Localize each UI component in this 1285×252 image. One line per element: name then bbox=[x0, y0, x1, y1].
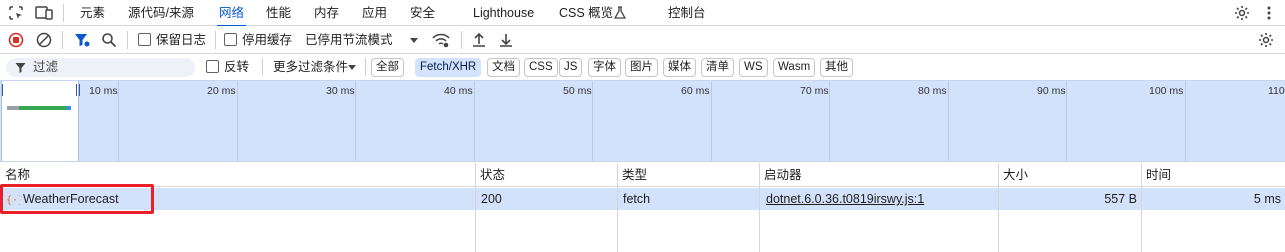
chip-doc[interactable]: 文档 bbox=[487, 58, 520, 77]
filter-icon bbox=[15, 60, 26, 77]
import-icon[interactable] bbox=[470, 31, 488, 49]
overview-tick-label: 90 ms bbox=[1037, 85, 1066, 97]
tab-performance[interactable]: 性能 bbox=[266, 0, 291, 26]
column-header-name[interactable]: 名称 bbox=[0, 163, 30, 187]
column-header-type[interactable]: 类型 bbox=[617, 163, 647, 187]
chip-js[interactable]: JS bbox=[559, 58, 583, 77]
overview-tick-label: 70 ms bbox=[800, 85, 829, 97]
tab-memory[interactable]: 内存 bbox=[314, 0, 339, 26]
chip-media[interactable]: 媒体 bbox=[663, 58, 696, 77]
overview-left-handle[interactable] bbox=[0, 84, 3, 96]
chip-manifest[interactable]: 清单 bbox=[701, 58, 734, 77]
svg-text:{·}: {·} bbox=[6, 195, 20, 206]
overview-request-queue-bar bbox=[7, 106, 19, 110]
request-status: 200 bbox=[481, 192, 502, 206]
invert-label: 反转 bbox=[224, 60, 250, 74]
disable-cache-checkbox[interactable] bbox=[224, 33, 237, 46]
tab-security[interactable]: 安全 bbox=[410, 0, 435, 26]
chip-other[interactable]: 其他 bbox=[820, 58, 853, 77]
tab-console[interactable]: 控制台 bbox=[668, 0, 706, 26]
chip-all[interactable]: 全部 bbox=[371, 58, 404, 77]
overview-right-handle[interactable] bbox=[76, 84, 80, 96]
settings-icon[interactable] bbox=[1233, 4, 1251, 22]
filter-input[interactable]: 过滤 bbox=[6, 58, 195, 77]
overview-tick-label: 110 bbox=[1268, 85, 1285, 97]
search-icon[interactable] bbox=[100, 31, 118, 49]
chip-ws[interactable]: WS bbox=[739, 58, 768, 77]
overview-tick-label: 60 ms bbox=[681, 85, 710, 97]
tab-lighthouse[interactable]: Lighthouse bbox=[473, 0, 534, 26]
tab-application[interactable]: 应用 bbox=[362, 0, 387, 26]
clear-icon[interactable] bbox=[35, 31, 53, 49]
column-header-status[interactable]: 状态 bbox=[475, 163, 505, 187]
invert-checkbox[interactable] bbox=[206, 60, 219, 73]
overview-request-download-bar bbox=[67, 106, 71, 110]
overview-tick-label: 50 ms bbox=[563, 85, 592, 97]
network-settings-icon[interactable] bbox=[1257, 31, 1275, 49]
chip-img[interactable]: 图片 bbox=[625, 58, 658, 77]
column-header-time[interactable]: 时间 bbox=[1141, 163, 1171, 187]
record-stop-icon[interactable] bbox=[7, 31, 25, 49]
request-name[interactable]: WeatherForecast bbox=[23, 188, 119, 210]
filter-bar: 过滤 反转 更多过滤条件 全部 Fetch/XHR 文档 CSS JS 字体 图… bbox=[0, 54, 1285, 80]
filter-placeholder: 过滤 bbox=[33, 60, 59, 74]
request-size: 557 B bbox=[1104, 192, 1137, 206]
table-row[interactable]: {·} WeatherForecast 200 fetch dotnet.6.0… bbox=[0, 188, 1285, 210]
devtools-tab-bar: 元素 源代码/来源 网络 性能 内存 应用 安全 Lighthouse CSS … bbox=[0, 0, 1285, 27]
tab-network[interactable]: 网络 bbox=[216, 0, 247, 27]
overview-tick-label: 10 ms bbox=[89, 85, 118, 97]
overview-tick-label: 40 ms bbox=[444, 85, 473, 97]
export-icon[interactable] bbox=[497, 31, 515, 49]
tab-css-overview[interactable]: CSS 概览 bbox=[559, 0, 613, 26]
chip-font[interactable]: 字体 bbox=[588, 58, 621, 77]
filter-icon[interactable] bbox=[73, 31, 91, 49]
fetch-request-icon: {·} bbox=[6, 192, 24, 206]
overview-selection-window[interactable] bbox=[0, 81, 80, 161]
overview-tick-label: 30 ms bbox=[326, 85, 355, 97]
network-overview[interactable]: 10 ms 20 ms 30 ms 40 ms 50 ms 60 ms 70 m… bbox=[0, 80, 1285, 162]
overview-tick-label: 100 ms bbox=[1149, 85, 1184, 97]
network-conditions-icon[interactable] bbox=[432, 31, 450, 49]
chip-fetch-xhr[interactable]: Fetch/XHR bbox=[415, 58, 482, 77]
throttling-select[interactable]: 已停用节流模式 bbox=[305, 26, 393, 54]
device-toolbar-icon[interactable] bbox=[35, 4, 53, 22]
request-type: fetch bbox=[623, 192, 651, 206]
more-vertical-icon[interactable] bbox=[1260, 4, 1278, 22]
request-table-header: 名称 状态 类型 启动器 大小 时间 bbox=[0, 163, 1285, 187]
overview-tick-label: 20 ms bbox=[207, 85, 236, 97]
more-filters-dropdown[interactable]: 更多过滤条件 bbox=[273, 54, 348, 80]
chip-css[interactable]: CSS bbox=[524, 58, 558, 77]
tab-sources[interactable]: 源代码/来源 bbox=[128, 0, 194, 26]
chip-wasm[interactable]: Wasm bbox=[773, 58, 816, 77]
tab-elements[interactable]: 元素 bbox=[80, 0, 105, 26]
column-header-size[interactable]: 大小 bbox=[998, 163, 1028, 187]
preserve-log-checkbox[interactable] bbox=[138, 33, 151, 46]
overview-request-wait-bar bbox=[19, 106, 67, 110]
flask-icon bbox=[613, 4, 627, 22]
request-time: 5 ms bbox=[1253, 192, 1281, 206]
column-header-initiator[interactable]: 启动器 bbox=[759, 163, 802, 187]
inspect-element-icon[interactable] bbox=[7, 4, 25, 22]
chevron-down-icon[interactable] bbox=[405, 31, 423, 49]
preserve-log-label: 保留日志 bbox=[156, 33, 207, 47]
disable-cache-label: 停用缓存 bbox=[242, 33, 293, 47]
network-toolbar: 保留日志 停用缓存 已停用节流模式 bbox=[0, 26, 1285, 54]
chevron-down-icon[interactable] bbox=[343, 58, 361, 76]
overview-tick-label: 80 ms bbox=[918, 85, 947, 97]
request-initiator-link[interactable]: dotnet.6.0.36.t0819irswy.js:1 bbox=[766, 188, 924, 210]
